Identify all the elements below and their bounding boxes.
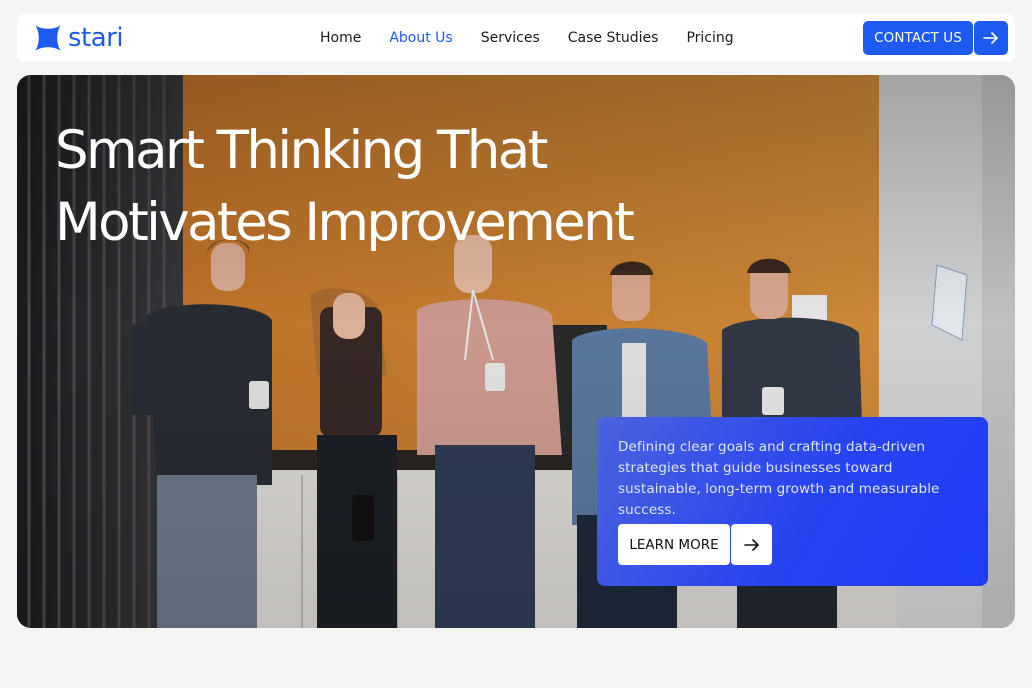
learn-more-button[interactable]: LEARN MORE: [618, 524, 730, 565]
nav-item-home[interactable]: Home: [320, 30, 361, 46]
arrow-right-icon: [983, 32, 998, 44]
nav-item-pricing[interactable]: Pricing: [686, 30, 733, 46]
hero-title: Smart Thinking That Motivates Improvemen…: [55, 115, 635, 259]
contact-group: CONTACT US: [863, 21, 1008, 55]
contact-arrow-button[interactable]: [974, 21, 1008, 55]
hero-title-line-2: Motivates Improvement: [55, 192, 635, 253]
contact-us-button[interactable]: CONTACT US: [863, 21, 973, 55]
learn-more-arrow-button[interactable]: [731, 524, 772, 565]
main-menu: Home About Us Services Case Studies Pric…: [320, 14, 762, 62]
star-logo-icon: [35, 25, 61, 51]
nav-item-services[interactable]: Services: [481, 30, 540, 46]
nav-item-case-studies[interactable]: Case Studies: [568, 30, 659, 46]
brand-logo[interactable]: stari: [35, 22, 124, 54]
brand-name: stari: [68, 23, 124, 53]
hero-info-card: Defining clear goals and crafting data-d…: [597, 417, 988, 586]
top-navbar: stari Home About Us Services Case Studie…: [17, 14, 1015, 62]
hero-card-description: Defining clear goals and crafting data-d…: [618, 439, 940, 518]
nav-item-about-us[interactable]: About Us: [389, 30, 452, 46]
hero-section: Smart Thinking That Motivates Improvemen…: [17, 75, 1015, 628]
arrow-right-icon: [743, 538, 759, 551]
learn-more-group: LEARN MORE: [618, 524, 772, 565]
hero-title-line-1: Smart Thinking That: [55, 120, 548, 181]
